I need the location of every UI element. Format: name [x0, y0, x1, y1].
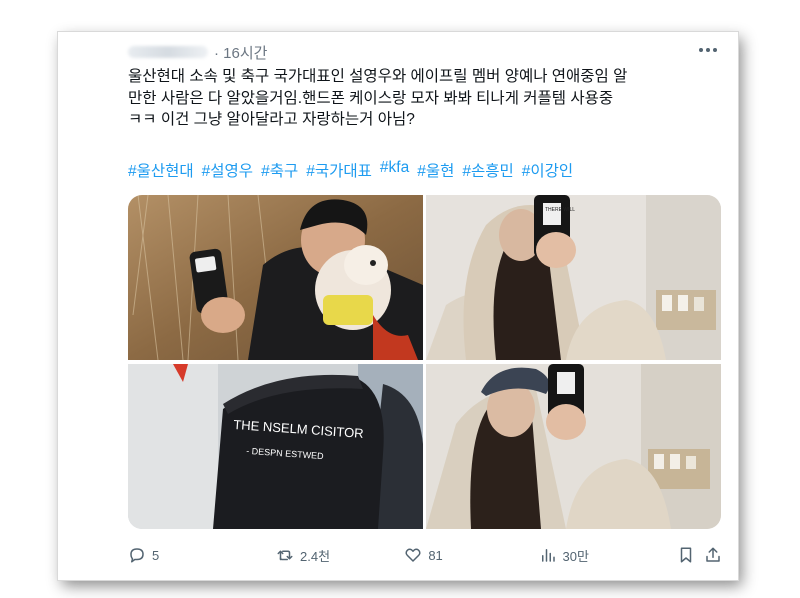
phone-case-text: THERE WILL — [545, 207, 575, 213]
bar-chart-icon — [541, 549, 555, 562]
like-count: 81 — [428, 547, 443, 563]
photo-woman-mirror-selfie[interactable]: THERE WILL — [426, 195, 721, 360]
hashtag-link[interactable]: #kfa — [380, 159, 409, 181]
reply-icon — [130, 548, 144, 563]
hashtag-list: #울산현대 #설영우 #축구 #국가대표 #kfa #울현 #손흥민 #이강인 — [128, 159, 728, 181]
hashtag-link[interactable]: #축구 — [261, 159, 298, 181]
tweet-meta: · 16시간 — [128, 42, 267, 62]
photo-woman-with-cap[interactable] — [426, 364, 721, 529]
heart-icon — [405, 548, 421, 562]
tweet-timestamp[interactable]: · 16시간 — [214, 42, 267, 63]
bookmark-icon — [680, 547, 691, 563]
share-button[interactable] — [704, 546, 728, 564]
bookmark-button[interactable] — [677, 546, 705, 564]
hashtag-link[interactable]: #울현 — [417, 159, 454, 181]
blurred-username — [128, 46, 208, 58]
hashtag-link[interactable]: #설영우 — [202, 159, 253, 181]
more-options-icon[interactable] — [696, 40, 720, 60]
tweet-card: · 16시간 울산현대 소속 및 축구 국가대표인 설영우와 에이프릴 멤버 양… — [58, 32, 738, 580]
reply-button[interactable]: 5 — [128, 546, 276, 564]
reply-count: 5 — [152, 547, 160, 563]
photo-black-cap[interactable]: THE NSELM CISITOR - DESPN ESTWED — [128, 364, 423, 529]
retweet-icon — [277, 550, 293, 561]
hashtag-link[interactable]: #울산현대 — [128, 159, 194, 181]
retweet-button[interactable]: 2.4천 — [276, 546, 404, 565]
share-icon — [706, 547, 721, 562]
view-count: 30만 — [562, 548, 589, 564]
tweet-action-bar: 5 2.4천 81 30만 — [128, 544, 728, 566]
hashtag-link[interactable]: #국가대표 — [306, 159, 372, 181]
retweet-count: 2.4천 — [300, 548, 331, 564]
photo-grid: THERE WILL THE NSELM CISITOR - DESPN EST… — [128, 195, 721, 529]
tweet-text: 울산현대 소속 및 축구 국가대표인 설영우와 에이프릴 멤버 양예나 연애중임… — [128, 68, 628, 128]
like-button[interactable]: 81 — [404, 546, 538, 564]
views-button[interactable]: 30만 — [539, 546, 677, 565]
hashtag-link[interactable]: #이강인 — [522, 159, 573, 181]
photo-man-with-dog[interactable] — [128, 195, 423, 360]
hashtag-link[interactable]: #손흥민 — [462, 159, 513, 181]
